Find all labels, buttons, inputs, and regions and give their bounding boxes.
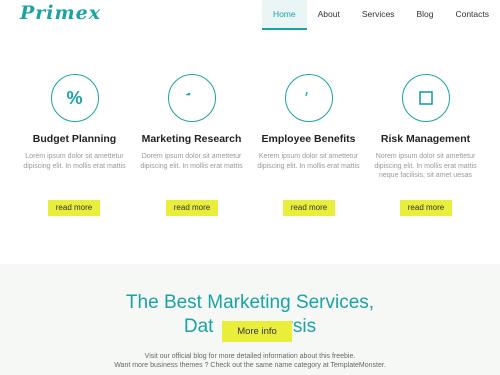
card-text: Kerem ipsum dolor sit amettetur dipiscin… [257,153,360,170]
more-info-button[interactable]: More info [222,321,292,342]
main-nav: Home About Services Blog Contacts [261,0,500,30]
card-budget-planning: % Budget Planning Lorem ipsum dolor sit … [17,70,132,171]
card-employee-benefits: Employee Benefits Kerem ipsum dolor sit … [251,70,366,171]
card-text: Norem ipsum dolor sit amettetur dipiscin… [374,153,477,179]
card-icon-circle [401,74,450,122]
card-icon-circle: % [50,74,99,122]
header: Primex Home About Services Blog Contacts [0,0,500,40]
nav-blog[interactable]: Blog [405,0,444,30]
percent-icon: % [66,87,83,108]
promo-title-line2-left: Dat [183,316,214,337]
promo-text: Visit our official blog for more detaile… [0,352,500,370]
promo-text-line1: Visit our official blog for more detaile… [144,353,356,360]
services-cards: % Budget Planning Lorem ipsum dolor sit … [0,70,500,250]
read-more-button[interactable]: read more [166,200,218,216]
chart-icon [169,75,215,121]
promo-text-line2: Want more business themes ? Check out th… [114,362,386,369]
square-icon [403,75,449,121]
nav-about[interactable]: About [307,0,351,30]
card-title: Employee Benefits [261,133,356,145]
read-more-button[interactable]: read more [400,200,452,216]
promo-title-line1: The Best Marketing Services, [125,292,375,313]
read-more-button[interactable]: read more [283,200,335,216]
card-risk-management: Risk Management Norem ipsum dolor sit am… [368,70,483,181]
card-icon-circle [167,74,216,122]
card-text: Lorem ipsum dolor sit amettetur dipiscin… [23,153,126,170]
card-title: Budget Planning [32,133,117,145]
people-icon [286,75,332,121]
card-icon-circle [284,74,333,122]
nav-contacts[interactable]: Contacts [444,0,500,30]
nav-services[interactable]: Services [351,0,406,30]
card-title: Marketing Research [141,133,242,145]
card-marketing-research: Marketing Research Dorem ipsum dolor sit… [134,70,249,171]
read-more-button[interactable]: read more [48,200,100,216]
card-title: Risk Management [380,133,471,145]
logo[interactable]: Primex [20,2,101,24]
promo-section: The Best Marketing Services, Dat ysis Mor… [0,264,500,375]
card-text: Dorem ipsum dolor sit amettetur dipiscin… [140,153,243,170]
nav-home[interactable]: Home [261,0,307,30]
